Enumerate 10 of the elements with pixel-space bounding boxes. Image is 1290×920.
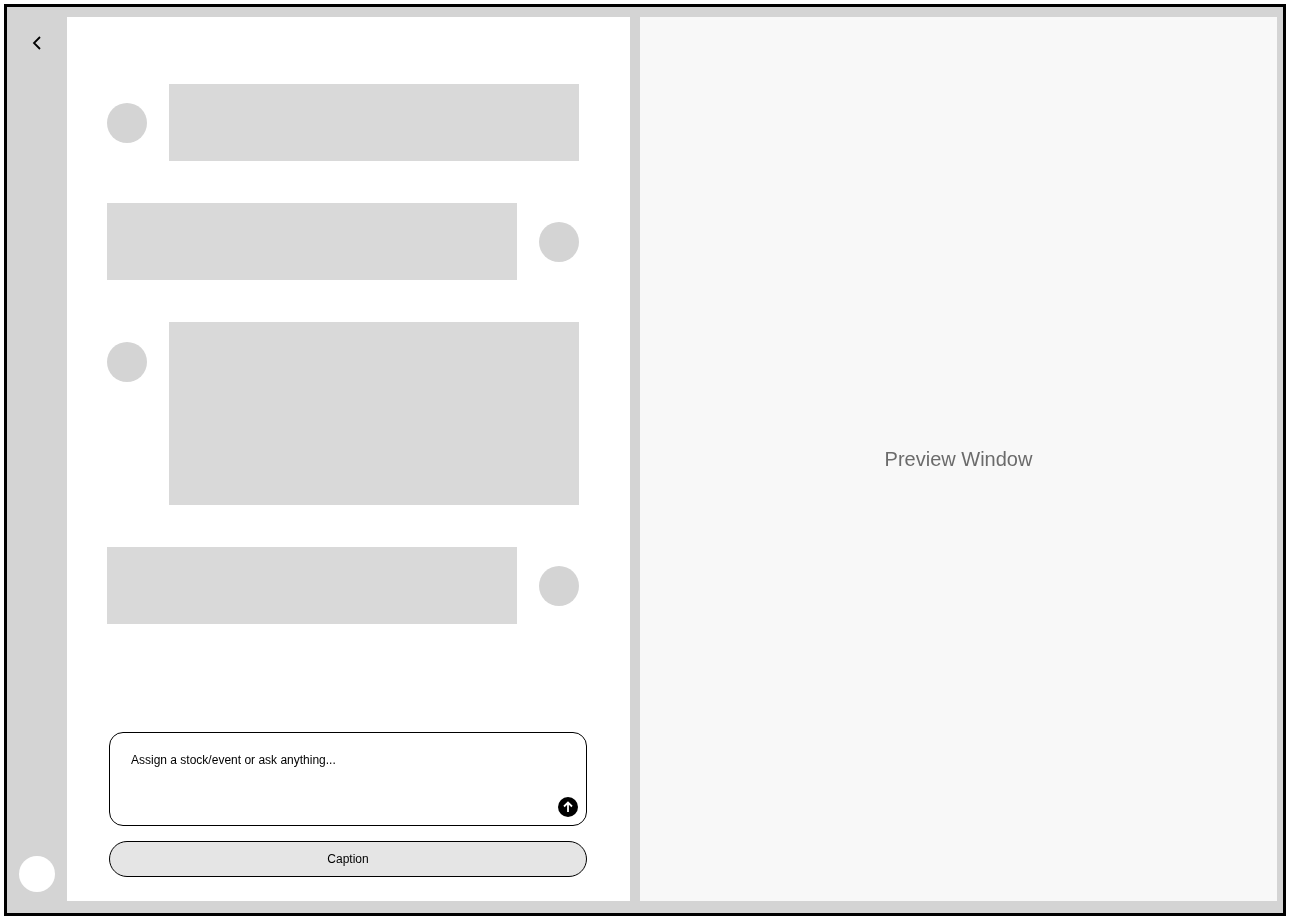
caption-button[interactable]: Caption [109, 841, 587, 877]
send-button[interactable] [558, 797, 578, 817]
avatar [539, 565, 579, 606]
arrow-up-icon [563, 801, 573, 813]
avatar [107, 342, 147, 382]
preview-label: Preview Window [884, 447, 1033, 472]
message-input[interactable]: Assign a stock/event or ask anything... [109, 732, 587, 826]
avatar [107, 102, 147, 143]
back-icon [32, 36, 42, 50]
avatar [539, 221, 579, 262]
